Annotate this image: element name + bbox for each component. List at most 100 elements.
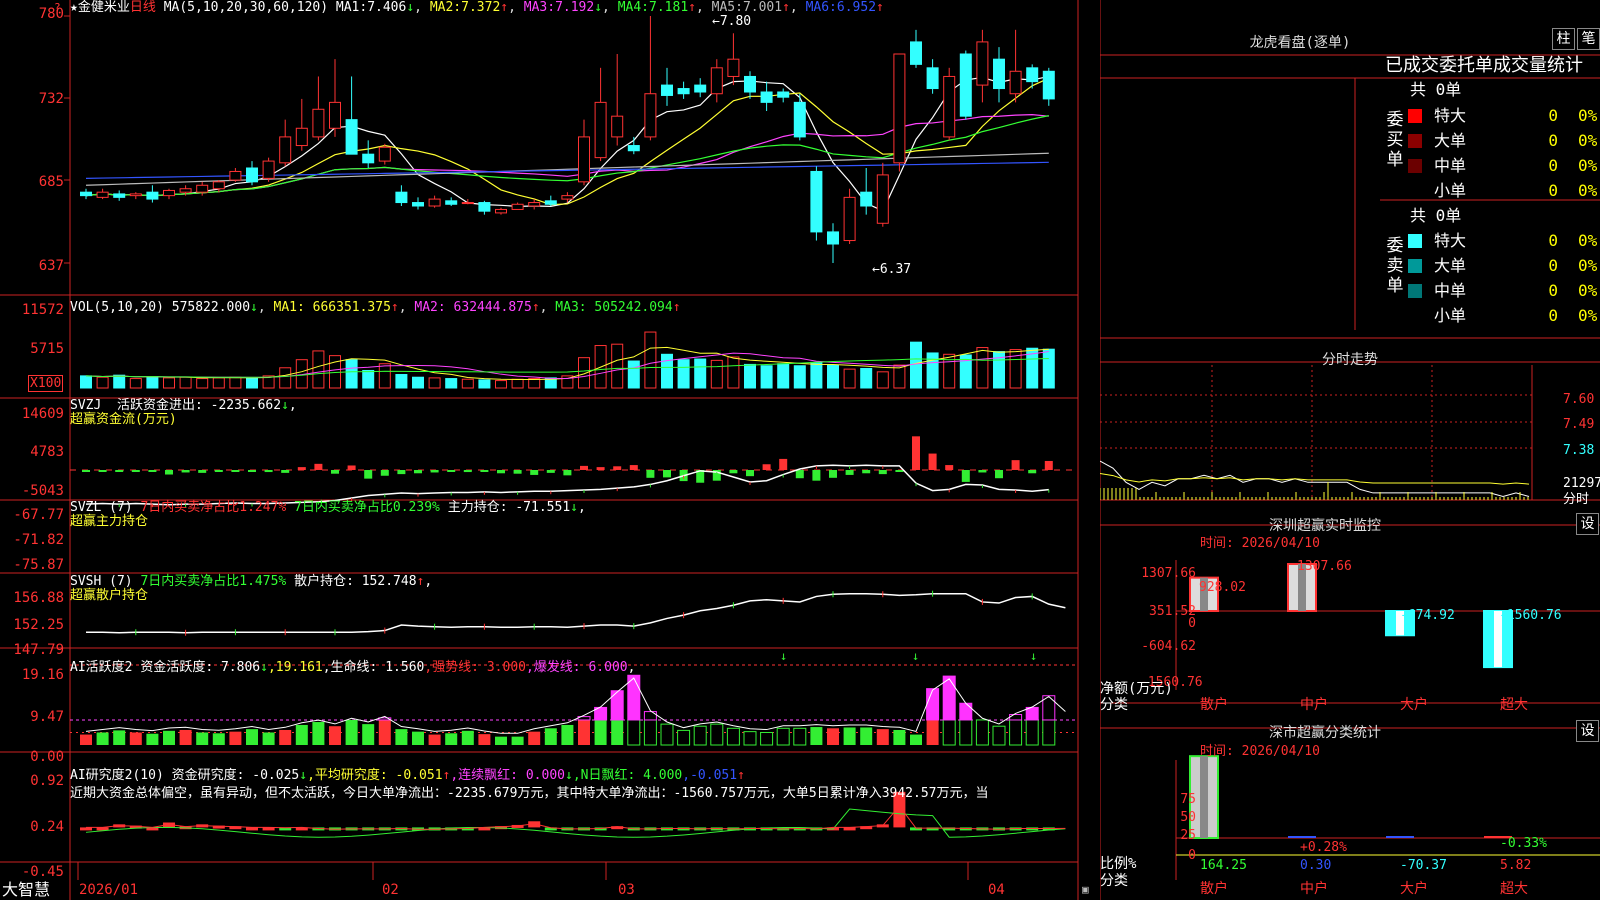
star-icon: ★ [70,0,78,15]
svzj-title[interactable]: SVZJ [70,398,101,413]
ai2-arrow3: ↓ [564,768,573,783]
ai1-bar-top [643,711,657,721]
ai1-bar [80,734,92,745]
brand-logo[interactable]: 大智慧 [2,881,50,899]
ai1-bar [279,729,292,745]
ai2-y-tick: 0.92 [30,773,64,789]
sell-l-count: 0 [1548,256,1558,275]
candle-body [1026,67,1039,83]
volume-bar [578,357,590,389]
lhb-subtitle: 已成交委托单成交量统计 [1385,55,1583,76]
stock-name[interactable]: 金健米业 [78,0,130,15]
main-y-tick: 685 [38,174,64,190]
volume-bar [661,353,673,389]
buy-m-swatch [1408,159,1422,173]
svzj-header: SVZJ 活跃资金进出: -2235.662↓, [70,398,297,413]
svzj-y-tick: 14609 [21,406,64,422]
lock-icon[interactable]: ▣ [1082,882,1089,897]
volume-bar [163,377,175,389]
ai2-line [86,805,1066,830]
svzj-bar [264,470,273,473]
svzj-bar [430,470,439,473]
svzl-title[interactable]: SVZL (7) [70,500,133,515]
svsh-sep: , [424,574,433,589]
ai1-bar [677,729,691,746]
ai1-bar [561,724,574,745]
vol-title[interactable]: VOL(5,10,20) [70,300,164,315]
candle-body [710,67,723,95]
svzj-bar [878,470,887,475]
svzl-sep: , [577,500,586,515]
ai2-title[interactable]: AI研究度2(10) [70,768,164,783]
volume-bar [710,359,723,389]
svsh-p2: 散户持仓: 152.748 [294,574,417,589]
sell-xl-name: 特大 [1434,231,1467,250]
volume-bar [926,352,939,389]
volume-bar [495,380,507,389]
candle-body [329,101,341,129]
monitor-settings-button[interactable]: 设 [1576,513,1599,535]
sell-row-l: 大单 0 0% [1408,254,1600,278]
classify-settings-button[interactable]: 设 [1576,720,1599,742]
period-label[interactable]: 日线 [130,0,156,15]
ma1-value: 7.406 [367,0,407,15]
ai2-p2: ,平均研究度: -0.051 [307,768,443,783]
candle-body [428,198,441,207]
volume-bar [229,376,242,389]
buy-row-m: 中单 0 0% [1408,154,1600,178]
svsh-p1: 7日内买卖净占比1.475% [140,574,287,589]
ma3-arrow: ↓ [594,0,603,15]
ai1-bar [594,719,607,745]
volume-bar [196,378,209,389]
buy-orders-label: 委买单 [1386,110,1404,170]
ma1-arrow: ↓ [406,0,415,15]
ai1-arrow: ↓ [260,660,268,675]
sell-total: 共 0单 [1410,206,1462,225]
svzl-p1: 7日内买卖净占比1.247% [140,500,287,515]
vol-unit-button[interactable]: X100 [28,375,64,392]
k-line-chart-area[interactable]: ↓ ↓ ↓ [0,0,1100,900]
vol-ma1-arrow: ↑ [390,300,399,315]
svzj-bar [1028,470,1037,474]
candle-body [461,202,474,205]
svzj-bar [497,470,505,474]
vol-header: VOL(5,10,20) 575822.000↓, MA1: 666351.37… [70,300,681,315]
buy-m-name: 中单 [1434,156,1467,175]
monitor-bar-label: 928.02 [1199,580,1246,595]
ma1-label: MA1: [335,0,368,15]
candle-body [578,136,590,183]
candle-body [312,108,325,138]
main-header: ★金健米业日线 MA(5,10,20,30,60,120) MA1:7.406↓… [70,0,884,15]
svzj-bar [729,470,738,474]
monitor-y-tick: 1307.66 [1141,566,1196,581]
svsh-title[interactable]: SVSH (7) [70,574,133,589]
ma-params[interactable]: MA(5,10,20,30,60,120) [164,0,328,15]
candle-body [246,167,258,183]
svzj-value: 活跃资金进出: -2235.662 [116,398,282,413]
vol-arrow: ↓ [250,300,258,315]
svzj-bar [912,436,920,470]
candle-body [910,41,922,65]
ai1-title[interactable]: AI活跃度2 [70,660,132,675]
ai1-bar [96,732,109,745]
volume-bar [843,368,856,389]
ai1-bar [312,722,325,745]
fenshi-title: 分时走势 [1322,352,1378,368]
ai2-p3: ,连续飘红: 0.000 [450,768,565,783]
ai1-bar [461,730,474,745]
low-price-label: ←6.37 [872,262,912,277]
volume-bar [627,360,640,389]
tick-mode-button[interactable]: 笔 [1577,28,1600,50]
candle-body [146,191,159,200]
main-y-tick: 637 [38,258,64,274]
bar-mode-button[interactable]: 柱 [1552,28,1575,50]
ai1-p1: 资金活跃度: 7.806 [140,660,261,675]
buy-row-l: 大单 0 0% [1408,129,1600,153]
sell-s-count: 0 [1548,306,1558,325]
sell-row-s: 小单 0 0% [1408,304,1600,328]
sell-row-m: 中单 0 0% [1408,279,1600,303]
ai1-bar [378,719,391,745]
volume-bar [395,374,408,389]
ai1-bar [163,730,175,745]
ai1-bar [627,719,641,746]
